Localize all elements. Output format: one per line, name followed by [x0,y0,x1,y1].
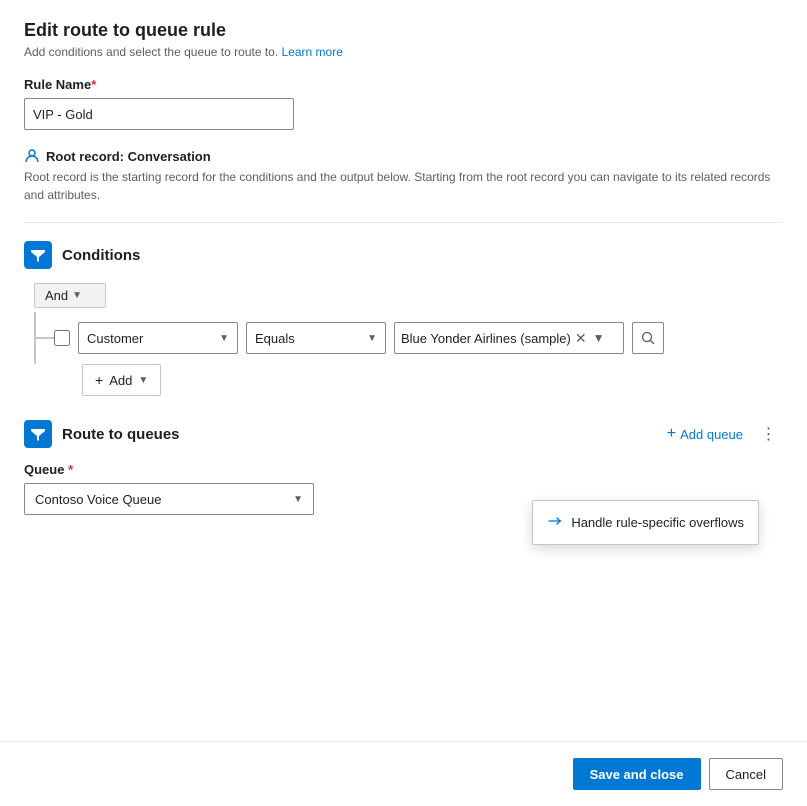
root-record-label: Root record: Conversation [24,148,783,164]
condition-container: Customer ▼ Equals ▼ Blue Yonder Airlines… [34,322,783,354]
root-record-desc: Root record is the starting record for t… [24,168,783,204]
queue-value: Contoso Voice Queue [35,492,161,507]
page-title: Edit route to queue rule [24,20,783,41]
context-menu: Handle rule-specific overflows [532,500,759,545]
add-condition-btn[interactable]: + Add ▼ [82,364,161,396]
search-icon [641,331,655,345]
tag-value: Blue Yonder Airlines (sample) [401,331,571,346]
customer-dropdown-arrow: ▼ [219,333,229,344]
context-menu-item-overflow[interactable]: Handle rule-specific overflows [533,505,758,540]
root-record-icon [24,148,40,164]
footer-buttons: Save and close Cancel [0,741,807,806]
conditions-section-header: Conditions [24,241,783,269]
queue-select[interactable]: Contoso Voice Queue ▼ [24,483,314,515]
conditions-icon [30,247,46,263]
add-plus-icon: + [95,372,103,388]
route-header: Route to queues + Add queue ⋮ [24,420,783,448]
subtitle: Add conditions and select the queue to r… [24,45,783,59]
rule-name-label: Rule Name* [24,77,783,92]
conditions-area: And ▼ Customer ▼ [24,283,783,396]
cancel-button[interactable]: Cancel [709,758,783,790]
root-record-section: Root record: Conversation Root record is… [24,148,783,204]
tag-close-btn[interactable]: ✕ [575,331,587,345]
route-icon [30,426,46,442]
subtitle-text: Add conditions and select the queue to r… [24,45,282,59]
save-close-button[interactable]: Save and close [573,758,701,790]
and-dropdown[interactable]: And ▼ [34,283,106,308]
condition-row: Customer ▼ Equals ▼ Blue Yonder Airlines… [54,322,783,354]
search-btn[interactable] [632,322,664,354]
route-icon-box [24,420,52,448]
divider-1 [24,222,783,223]
route-title: Route to queues [62,426,180,443]
queue-dropdown-arrow: ▼ [293,494,303,505]
add-queue-btn[interactable]: + Add queue [659,421,751,447]
add-queue-plus-icon: + [667,425,676,443]
conditions-title: Conditions [62,247,140,264]
operator-dropdown-arrow: ▼ [367,333,377,344]
queue-field-label: Queue * [24,462,783,477]
tag-chevron[interactable]: ▼ [593,331,605,345]
rule-name-input[interactable] [24,98,294,130]
more-dots-icon: ⋮ [761,424,778,444]
learn-more-link[interactable]: Learn more [282,45,343,59]
tag-input[interactable]: Blue Yonder Airlines (sample) ✕ ▼ [394,322,624,354]
conditions-icon-box [24,241,52,269]
tag-pill: Blue Yonder Airlines (sample) ✕ [401,331,587,346]
and-dropdown-arrow: ▼ [72,290,82,301]
condition-checkbox[interactable] [54,330,70,346]
add-dropdown-arrow: ▼ [138,375,148,386]
customer-field-dropdown[interactable]: Customer ▼ [78,322,238,354]
route-header-left: Route to queues [24,420,180,448]
route-actions: + Add queue ⋮ [659,420,783,448]
connector-horizontal [34,337,54,339]
overflow-icon [547,513,563,532]
main-panel: Edit route to queue rule Add conditions … [0,0,807,806]
operator-dropdown[interactable]: Equals ▼ [246,322,386,354]
context-menu-item-label: Handle rule-specific overflows [571,515,744,530]
more-options-btn[interactable]: ⋮ [755,420,783,448]
